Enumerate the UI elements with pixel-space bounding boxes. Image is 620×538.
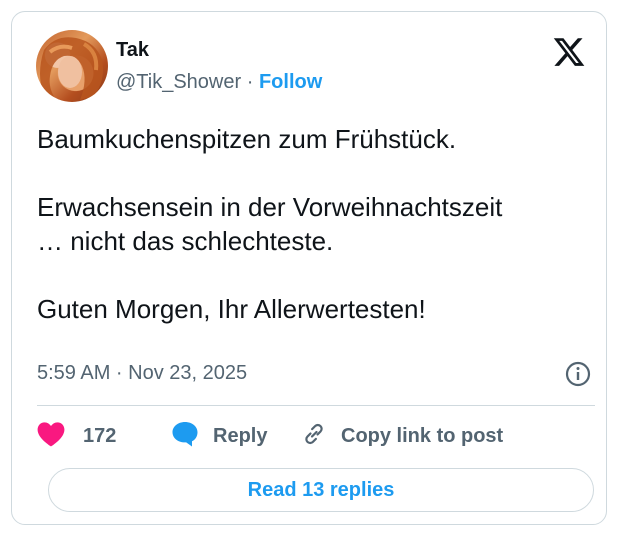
- x-logo-icon[interactable]: [552, 35, 586, 69]
- tweet-line: … nicht das schlechteste.: [37, 226, 334, 256]
- reply-label: Reply: [213, 424, 268, 447]
- info-icon[interactable]: [565, 361, 591, 387]
- reply-button[interactable]: Reply: [171, 420, 267, 452]
- heart-icon: [37, 421, 65, 452]
- tweet-card: Tak @Tik_Shower · Follow Baumkuchenspitz…: [11, 11, 607, 525]
- tweet-line: Erwachsensein in der Vorweihnachtszeit: [37, 192, 503, 222]
- read-replies-label: Read 13 replies: [247, 478, 395, 501]
- reply-bubble-icon: [171, 421, 199, 452]
- like-count: 172: [83, 424, 117, 447]
- divider: [37, 405, 595, 406]
- link-icon: [301, 421, 327, 452]
- tweet-line: Baumkuchenspitzen zum Frühstück.: [37, 124, 457, 154]
- like-button[interactable]: 172: [37, 420, 116, 452]
- tweet-line: Guten Morgen, Ihr Allerwertesten!: [37, 294, 426, 324]
- read-replies-button[interactable]: Read 13 replies: [48, 468, 594, 512]
- author-handle[interactable]: @Tik_Shower: [116, 71, 241, 93]
- action-bar: 172 Reply Copy link to post: [37, 420, 597, 452]
- copy-link-label: Copy link to post: [341, 424, 504, 447]
- author-name[interactable]: Tak: [116, 39, 149, 62]
- copy-link-button[interactable]: Copy link to post: [301, 420, 503, 452]
- tweet-timestamp[interactable]: 5:59 AM · Nov 23, 2025: [37, 362, 247, 385]
- follow-button[interactable]: Follow: [259, 71, 322, 93]
- handle-separator: ·: [246, 71, 254, 93]
- author-handle-line: @Tik_Shower · Follow: [116, 71, 322, 94]
- tweet-text: Baumkuchenspitzen zum Frühstück. Erwachs…: [37, 122, 597, 326]
- avatar[interactable]: [36, 30, 108, 102]
